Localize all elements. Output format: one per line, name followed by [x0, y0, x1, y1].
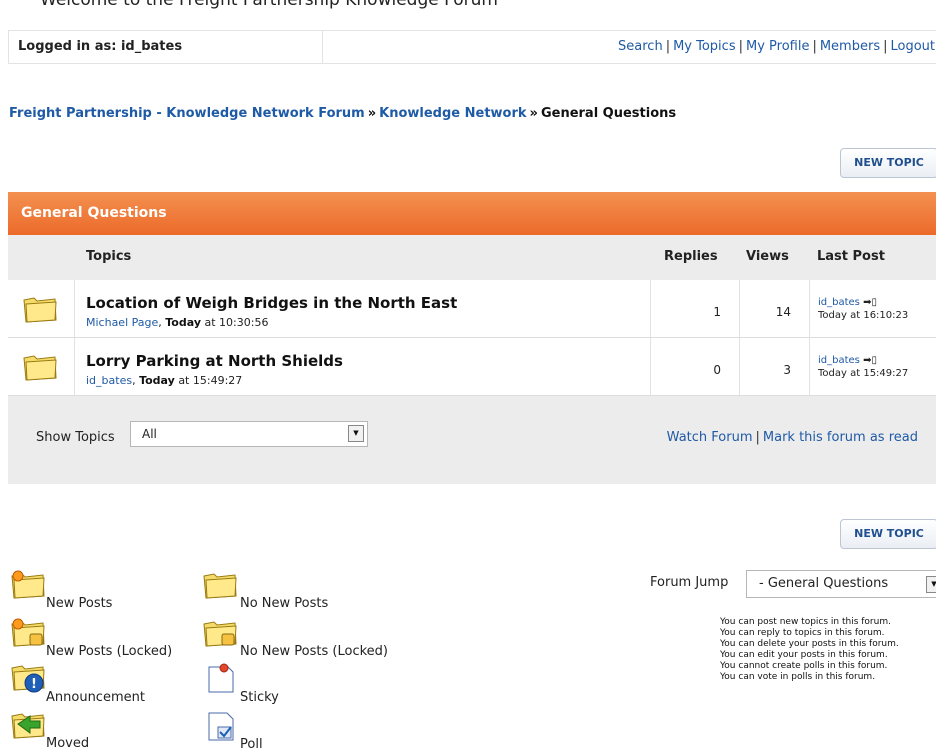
- breadcrumb-knowledge-network[interactable]: Knowledge Network: [379, 106, 526, 121]
- forum-jump-label: Forum Jump: [650, 575, 729, 590]
- last-post-info: id_bates ➡▯ Today at 15:49:27: [818, 354, 908, 380]
- my-topics-link[interactable]: My Topics: [673, 39, 736, 54]
- go-to-last-post-icon[interactable]: ➡▯: [863, 297, 877, 308]
- breadcrumb-forum-home[interactable]: Freight Partnership - Knowledge Network …: [9, 106, 365, 121]
- folder-icon: [23, 355, 57, 381]
- poll-icon: [208, 712, 234, 741]
- replies-count: 1: [650, 280, 740, 337]
- forum-permissions: You can post new topics in this forum. Y…: [720, 617, 899, 683]
- page-header-text: Welcome to the Freight Partnership Knowl…: [40, 0, 498, 10]
- breadcrumb: Freight Partnership - Knowledge Network …: [9, 106, 677, 121]
- col-replies: Replies: [664, 249, 718, 264]
- folder-icon: [23, 297, 57, 323]
- topic-row: Lorry Parking at North Shields id_bates,…: [8, 338, 936, 396]
- last-post-user-link[interactable]: id_bates: [818, 297, 860, 308]
- permission-line: You can reply to topics in this forum.: [720, 628, 885, 638]
- legend-new-posts: New Posts: [46, 596, 113, 611]
- topic-author-link[interactable]: id_bates: [86, 374, 132, 387]
- show-topics-select[interactable]: All ▼: [130, 421, 368, 447]
- forum-table: General Questions Topics Replies Views L…: [8, 192, 936, 484]
- mark-read-link[interactable]: Mark this forum as read: [763, 430, 918, 445]
- permission-line: You can vote in polls in this forum.: [720, 672, 876, 682]
- legend-new-posts-locked: New Posts (Locked): [46, 644, 173, 659]
- page-header-clipped: Welcome to the Freight Partnership Knowl…: [0, 0, 936, 24]
- new-posts-folder-icon: [11, 570, 45, 599]
- permission-line: You can delete your posts in this forum.: [720, 639, 899, 649]
- new-topic-button-top[interactable]: NEW TOPIC: [840, 148, 936, 178]
- forum-actions: Watch Forum | Mark this forum as read: [666, 430, 918, 445]
- legend-no-new-posts-locked: No New Posts (Locked): [240, 644, 388, 659]
- permission-line: You cannot create polls in this forum.: [720, 661, 888, 671]
- forum-title: General Questions: [8, 192, 936, 235]
- last-post-user-link[interactable]: id_bates: [818, 355, 860, 366]
- go-to-last-post-icon[interactable]: ➡▯: [863, 355, 877, 366]
- legend-announcement: Announcement: [46, 690, 145, 705]
- col-topics: Topics: [86, 249, 132, 264]
- no-new-posts-locked-folder-icon: [203, 621, 237, 647]
- last-post-time: Today at 16:10:23: [818, 310, 909, 321]
- topic-title-link[interactable]: Lorry Parking at North Shields: [86, 352, 343, 370]
- logout-link[interactable]: Logout: [890, 39, 935, 54]
- legend-moved: Moved: [46, 736, 90, 751]
- legend-no-new-posts: No New Posts: [240, 596, 329, 611]
- topic-author-link[interactable]: Michael Page: [86, 316, 158, 329]
- my-profile-link[interactable]: My Profile: [746, 39, 809, 54]
- announcement-folder-icon: !: [11, 665, 45, 693]
- new-posts-locked-folder-icon: [11, 618, 45, 647]
- svg-text:!: !: [31, 677, 37, 692]
- dropdown-arrow-icon[interactable]: ▼: [926, 576, 936, 593]
- views-count: 3: [740, 338, 810, 395]
- column-headers: Topics Replies Views Last Post: [8, 235, 936, 280]
- forum-jump-select[interactable]: - General Questions ▼: [746, 570, 936, 598]
- views-count: 14: [740, 280, 810, 337]
- topic-author-line: id_bates, Today at 15:49:27: [86, 374, 243, 387]
- logged-in-label: Logged in as: id_bates: [9, 31, 323, 63]
- watch-forum-link[interactable]: Watch Forum: [667, 430, 753, 445]
- permission-line: You can post new topics in this forum.: [720, 617, 891, 627]
- legend-sticky: Sticky: [240, 690, 279, 705]
- breadcrumb-current: General Questions: [540, 106, 677, 121]
- col-last-post: Last Post: [817, 249, 885, 264]
- search-link[interactable]: Search: [618, 39, 663, 54]
- forum-footer: Show Topics All ▼ Watch Forum | Mark this …: [8, 396, 936, 484]
- last-post-time: Today at 15:49:27: [818, 368, 909, 379]
- last-post-info: id_bates ➡▯ Today at 16:10:23: [818, 296, 908, 322]
- show-topics-label: Show Topics: [36, 430, 115, 445]
- dropdown-arrow-icon[interactable]: ▼: [348, 425, 364, 442]
- moved-folder-icon: [11, 713, 45, 739]
- icon-legend: New Posts No New Posts New Posts (Locked…: [10, 570, 480, 752]
- legend-poll: Poll: [240, 737, 263, 752]
- new-topic-button-bottom[interactable]: NEW TOPIC: [840, 519, 936, 549]
- members-link[interactable]: Members: [820, 39, 880, 54]
- user-nav: Search | My Topics | My Profile | Members | Logo…: [618, 39, 935, 54]
- topic-author-line: Michael Page, Today at 10:30:56: [86, 316, 269, 329]
- col-views: Views: [746, 249, 789, 264]
- no-new-posts-folder-icon: [203, 573, 237, 599]
- replies-count: 0: [650, 338, 740, 395]
- topic-title-link[interactable]: Location of Weigh Bridges in the North E…: [86, 294, 457, 312]
- sticky-note-icon: [208, 663, 234, 693]
- permission-line: You can edit your posts in this forum.: [720, 650, 888, 660]
- topic-row: Location of Weigh Bridges in the North E…: [8, 280, 936, 338]
- user-bar: Logged in as: id_bates Search | My Topics |…: [8, 30, 936, 64]
